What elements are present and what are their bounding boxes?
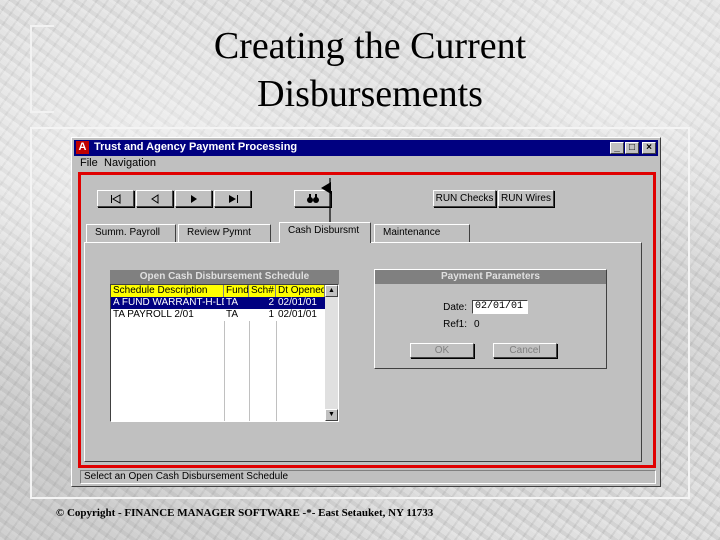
previous-record-icon xyxy=(151,194,159,204)
next-record-icon xyxy=(191,195,197,203)
app-logo-icon: A xyxy=(76,141,89,154)
last-record-button[interactable] xyxy=(214,190,251,207)
cell-description: A FUND WARRANT-H-LD xyxy=(113,297,224,308)
tab-cash-disbursmt[interactable]: Cash Disbursmt xyxy=(279,222,371,243)
schedule-grid[interactable]: Schedule Description Fund Sch# Dt Opened… xyxy=(110,284,339,422)
column-header-sch[interactable]: Sch# xyxy=(249,285,276,297)
table-row[interactable]: A FUND WARRANT-H-LD TA 2 02/01/01 xyxy=(111,297,325,309)
copyright-footer: © Copyright - FINANCE MANAGER SOFTWARE -… xyxy=(56,507,434,519)
decorative-frame-top xyxy=(30,25,54,113)
tab-summ-payroll[interactable]: Summ. Payroll xyxy=(86,224,176,242)
cell-dt-opened: 02/01/01 xyxy=(278,297,317,308)
scroll-up-arrow-icon[interactable]: ▲ xyxy=(325,285,338,297)
app-window: A Trust and Agency Payment Processing _ … xyxy=(71,137,661,487)
run-checks-button[interactable]: RUN Checks xyxy=(433,190,496,207)
slide-title-line-1: Creating the Current xyxy=(213,25,527,67)
binoculars-icon xyxy=(307,194,319,203)
menu-file[interactable]: File xyxy=(80,157,98,169)
tab-review-pymnt[interactable]: Review Pymnt xyxy=(178,224,271,242)
menu-navigation[interactable]: Navigation xyxy=(104,157,156,169)
ref1-label: Ref1: xyxy=(443,319,467,330)
column-header-dt-opened[interactable]: Dt Opened xyxy=(276,285,325,297)
close-button[interactable]: × xyxy=(642,142,656,154)
column-header-fund[interactable]: Fund xyxy=(224,285,249,297)
maximize-button[interactable]: □ xyxy=(625,142,639,154)
grid-scrollbar[interactable]: ▲ ▼ xyxy=(325,285,338,421)
previous-record-button[interactable] xyxy=(136,190,173,207)
first-record-icon xyxy=(111,194,121,204)
grid-line xyxy=(249,321,250,421)
cancel-button[interactable]: Cancel xyxy=(493,343,557,358)
last-record-icon xyxy=(229,195,238,203)
date-label: Date: xyxy=(443,302,467,313)
status-bar: Select an Open Cash Disbursement Schedul… xyxy=(80,470,656,484)
ok-button[interactable]: OK xyxy=(410,343,474,358)
window-titlebar[interactable]: A Trust and Agency Payment Processing _ … xyxy=(74,140,658,156)
cell-fund: TA xyxy=(226,297,239,308)
table-row[interactable]: TA PAYROLL 2/01 TA 1 02/01/01 xyxy=(111,309,325,321)
run-wires-button[interactable]: RUN Wires xyxy=(498,190,554,207)
ref1-value: 0 xyxy=(474,319,480,330)
schedule-grid-panel: Open Cash Disbursement Schedule Schedule… xyxy=(110,270,339,422)
column-header-description[interactable]: Schedule Description xyxy=(111,285,224,297)
grid-line xyxy=(276,321,277,421)
slide-title-line-2: Disbursements xyxy=(257,73,483,115)
slide-title: Creating the Current Disbursements xyxy=(100,22,640,118)
first-record-button[interactable] xyxy=(97,190,134,207)
payment-parameters-panel: Payment Parameters Date: 02/01/01 Ref1: … xyxy=(374,269,607,369)
cell-fund: TA xyxy=(226,309,239,320)
tab-maintenance[interactable]: Maintenance xyxy=(374,224,470,242)
scroll-down-arrow-icon[interactable]: ▼ xyxy=(325,409,338,421)
cell-sch: 1 xyxy=(268,309,274,320)
grid-line xyxy=(224,321,225,421)
next-record-button[interactable] xyxy=(175,190,212,207)
date-field[interactable]: 02/01/01 xyxy=(472,300,528,314)
cell-sch: 2 xyxy=(268,297,274,308)
cell-dt-opened: 02/01/01 xyxy=(278,309,317,320)
search-button[interactable] xyxy=(294,190,331,207)
schedule-grid-title: Open Cash Disbursement Schedule xyxy=(110,270,339,284)
minimize-button[interactable]: _ xyxy=(610,142,624,154)
window-title: Trust and Agency Payment Processing xyxy=(94,141,298,153)
payment-parameters-title: Payment Parameters xyxy=(375,270,606,284)
cell-description: TA PAYROLL 2/01 xyxy=(113,309,194,320)
